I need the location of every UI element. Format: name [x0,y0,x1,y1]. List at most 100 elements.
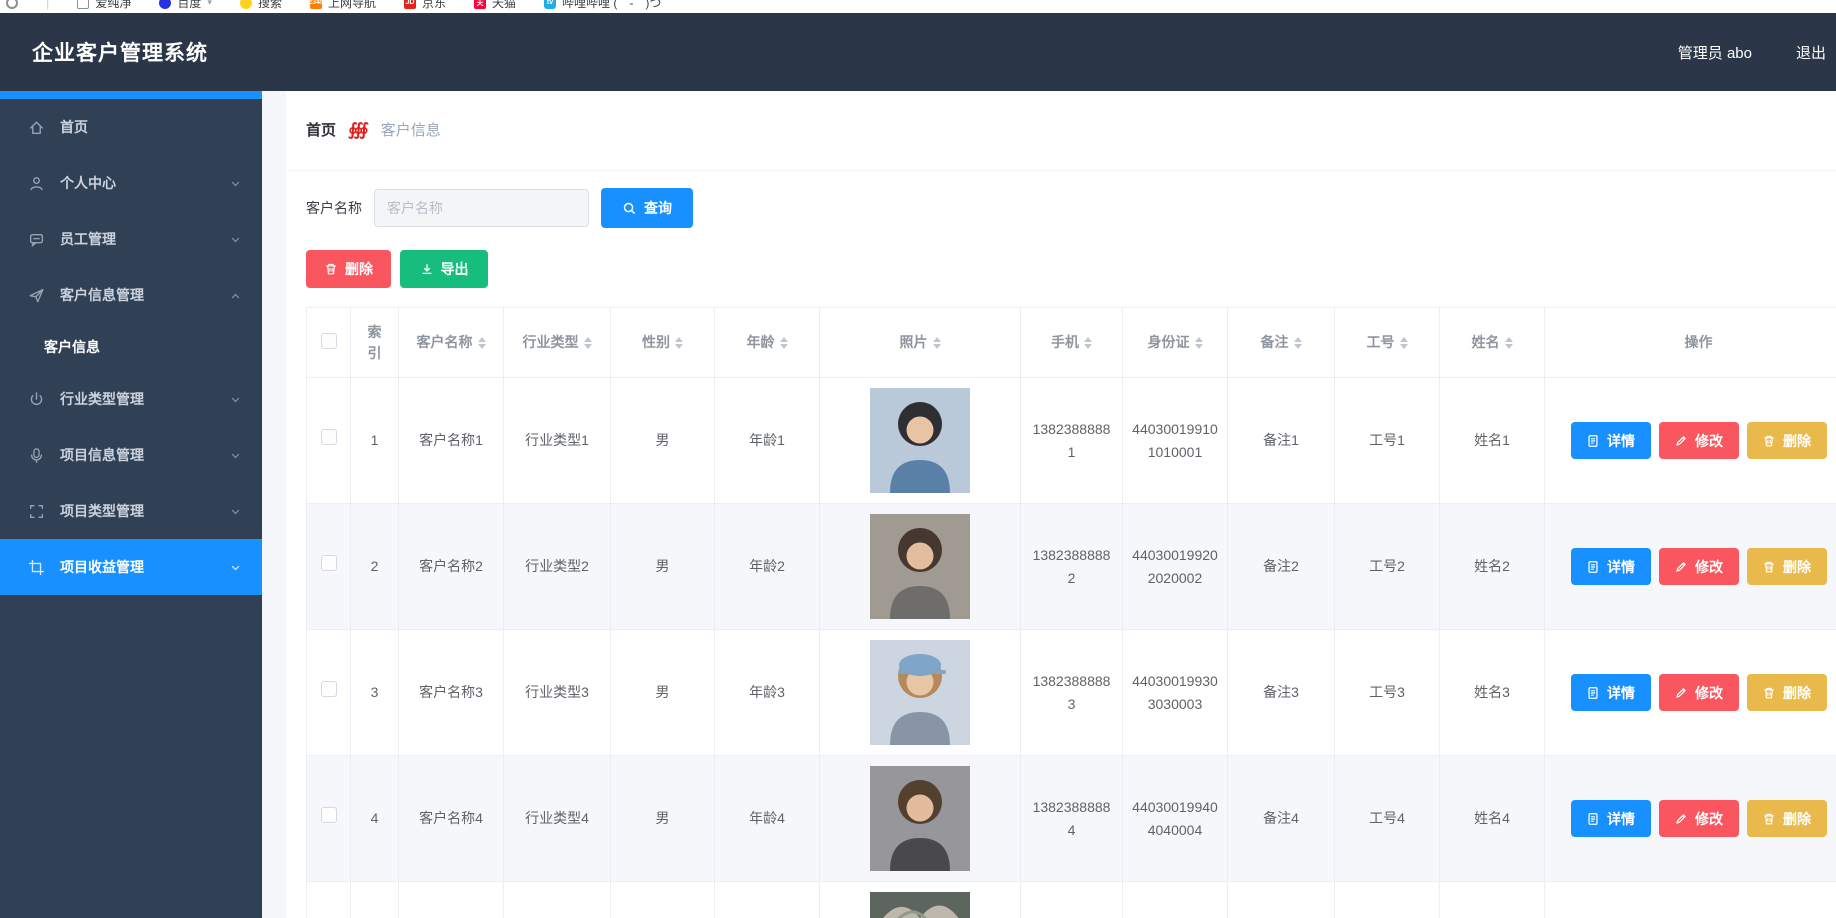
bookmark-label: 搜索 [258,0,282,11]
detail-button-label: 详情 [1607,809,1635,829]
sidebar-item-label: 员工管理 [60,229,116,249]
sort-icon[interactable] [584,337,592,349]
bookmark-label: 上网导航 [328,0,376,11]
sidebar: 首页个人中心员工管理客户信息管理客户信息行业类型管理项目信息管理项目类型管理项目… [0,91,262,918]
sidebar-item-6[interactable]: 项目类型管理 [0,483,262,539]
sort-icon[interactable] [1294,337,1302,349]
cell-idcard: 440300199202020002 [1123,504,1228,630]
export-button[interactable]: 导出 [400,250,488,288]
column-label: 年龄 [747,332,775,353]
column-header-industry[interactable]: 行业类型 [504,308,611,378]
cell-idcard: 440300199303030003 [1123,630,1228,756]
document-icon [1586,560,1600,574]
sort-icon[interactable] [780,337,788,349]
cell-realname: 姓名1 [1440,378,1545,504]
column-header-note[interactable]: 备注 [1228,308,1335,378]
cell-note: 备注1 [1228,378,1335,504]
bookmark-item-6[interactable]: tv哔哩哔哩 (゜-゜)つ [544,0,661,11]
cell-actions: 详情修改 删除 [1545,504,1836,630]
query-button-label: 查询 [644,198,672,218]
bookmark-item-4[interactable]: JD京东 [404,0,446,11]
logout-link[interactable]: 退出 [1796,42,1826,63]
row-delete-button[interactable]: 删除 [1747,422,1827,459]
sort-icon[interactable] [1505,337,1513,349]
sort-icon[interactable] [1084,337,1092,349]
bookmark-item-2[interactable]: 搜索 [240,0,282,11]
document-icon [1586,812,1600,826]
customer-table: 索引客户名称行业类型性别年龄照片手机身份证备注工号姓名操作 1客户名称1行业类型… [306,307,1836,918]
current-user-label: 管理员 abo [1678,42,1752,63]
row-checkbox[interactable] [321,681,337,697]
detail-button[interactable]: 详情 [1571,548,1651,585]
bookmark-item-5[interactable]: 天天猫 [474,0,516,11]
bookmark-item-3[interactable]: 2345 上网导航 [310,0,376,11]
breadcrumb-divider-icon: ∮∮∮ [348,120,369,140]
nav2345-icon: 2345 [310,0,322,9]
browser-menu-icon[interactable] [6,0,18,9]
bookmark-item-0[interactable]: 爱纯净 [77,0,131,11]
row-delete-button[interactable]: 删除 [1747,548,1827,585]
portrait-woman-dark-hair [870,514,970,619]
sidebar-item-5[interactable]: 项目信息管理 [0,427,262,483]
bilibili-icon: tv [544,0,556,9]
column-label: 工号 [1367,332,1395,353]
sort-icon[interactable] [675,337,683,349]
cell-age: 年龄1 [715,378,820,504]
row-delete-button-label: 删除 [1783,683,1811,703]
edit-button[interactable]: 修改 [1659,422,1739,459]
column-label: 备注 [1261,332,1289,353]
column-header-idcard[interactable]: 身份证 [1123,308,1228,378]
customer-name-input[interactable] [374,189,589,227]
column-header-gender[interactable]: 性别 [611,308,715,378]
row-delete-button[interactable]: 删除 [1747,800,1827,837]
row-delete-button-label: 删除 [1783,557,1811,577]
sidebar-item-1[interactable]: 个人中心 [0,155,262,211]
sidebar-item-4[interactable]: 行业类型管理 [0,371,262,427]
row-checkbox[interactable] [321,429,337,445]
cell-realname: 姓名4 [1440,756,1545,882]
cell-realname: 姓名2 [1440,504,1545,630]
download-icon [420,262,434,276]
row-checkbox[interactable] [321,807,337,823]
sort-icon[interactable] [1400,337,1408,349]
bookmark-item-1[interactable]: 百度▾ [159,0,212,11]
cell-actions: 详情修改删除 [1545,378,1836,504]
sort-icon[interactable] [1195,337,1203,349]
edit-button[interactable]: 修改 [1659,674,1739,711]
sidebar-item-0[interactable]: 首页 [0,99,262,155]
power-icon [28,391,45,408]
column-header-phone[interactable]: 手机 [1021,308,1123,378]
column-header-photo[interactable]: 照片 [820,308,1021,378]
cell-gender: 男 [611,630,715,756]
column-label: 手机 [1051,332,1079,353]
cell-index: 2 [351,504,399,630]
detail-button[interactable]: 详情 [1571,422,1651,459]
row-delete-button[interactable]: 删除 [1747,674,1827,711]
column-header-name[interactable]: 客户名称 [399,308,504,378]
column-header-jobno[interactable]: 工号 [1335,308,1440,378]
query-button[interactable]: 查询 [601,188,693,228]
message-icon [28,231,45,248]
detail-button[interactable]: 详情 [1571,800,1651,837]
sidebar-item-3[interactable]: 客户信息管理 [0,267,262,323]
breadcrumb-home[interactable]: 首页 [306,119,336,140]
cell-phone: 13823888884 [1021,756,1123,882]
divider [286,170,1836,171]
sidebar-subitem-customer-info[interactable]: 客户信息 [0,323,262,371]
edit-button[interactable]: 修改 [1659,548,1739,585]
select-all-checkbox[interactable] [321,333,337,349]
sort-icon[interactable] [933,337,941,349]
edit-button[interactable]: 修改 [1659,800,1739,837]
sidebar-subitem-label: 客户信息 [44,337,100,357]
column-header-checkbox[interactable] [307,308,351,378]
sidebar-item-2[interactable]: 员工管理 [0,211,262,267]
sort-icon[interactable] [478,337,486,349]
detail-button[interactable]: 详情 [1571,674,1651,711]
sidebar-item-7[interactable]: 项目收益管理 [0,539,262,595]
column-header-age[interactable]: 年龄 [715,308,820,378]
edit-button-label: 修改 [1695,683,1723,703]
row-checkbox[interactable] [321,555,337,571]
cell-gender: 男 [611,756,715,882]
column-header-realname[interactable]: 姓名 [1440,308,1545,378]
bulk-delete-button[interactable]: 删除 [306,250,391,288]
